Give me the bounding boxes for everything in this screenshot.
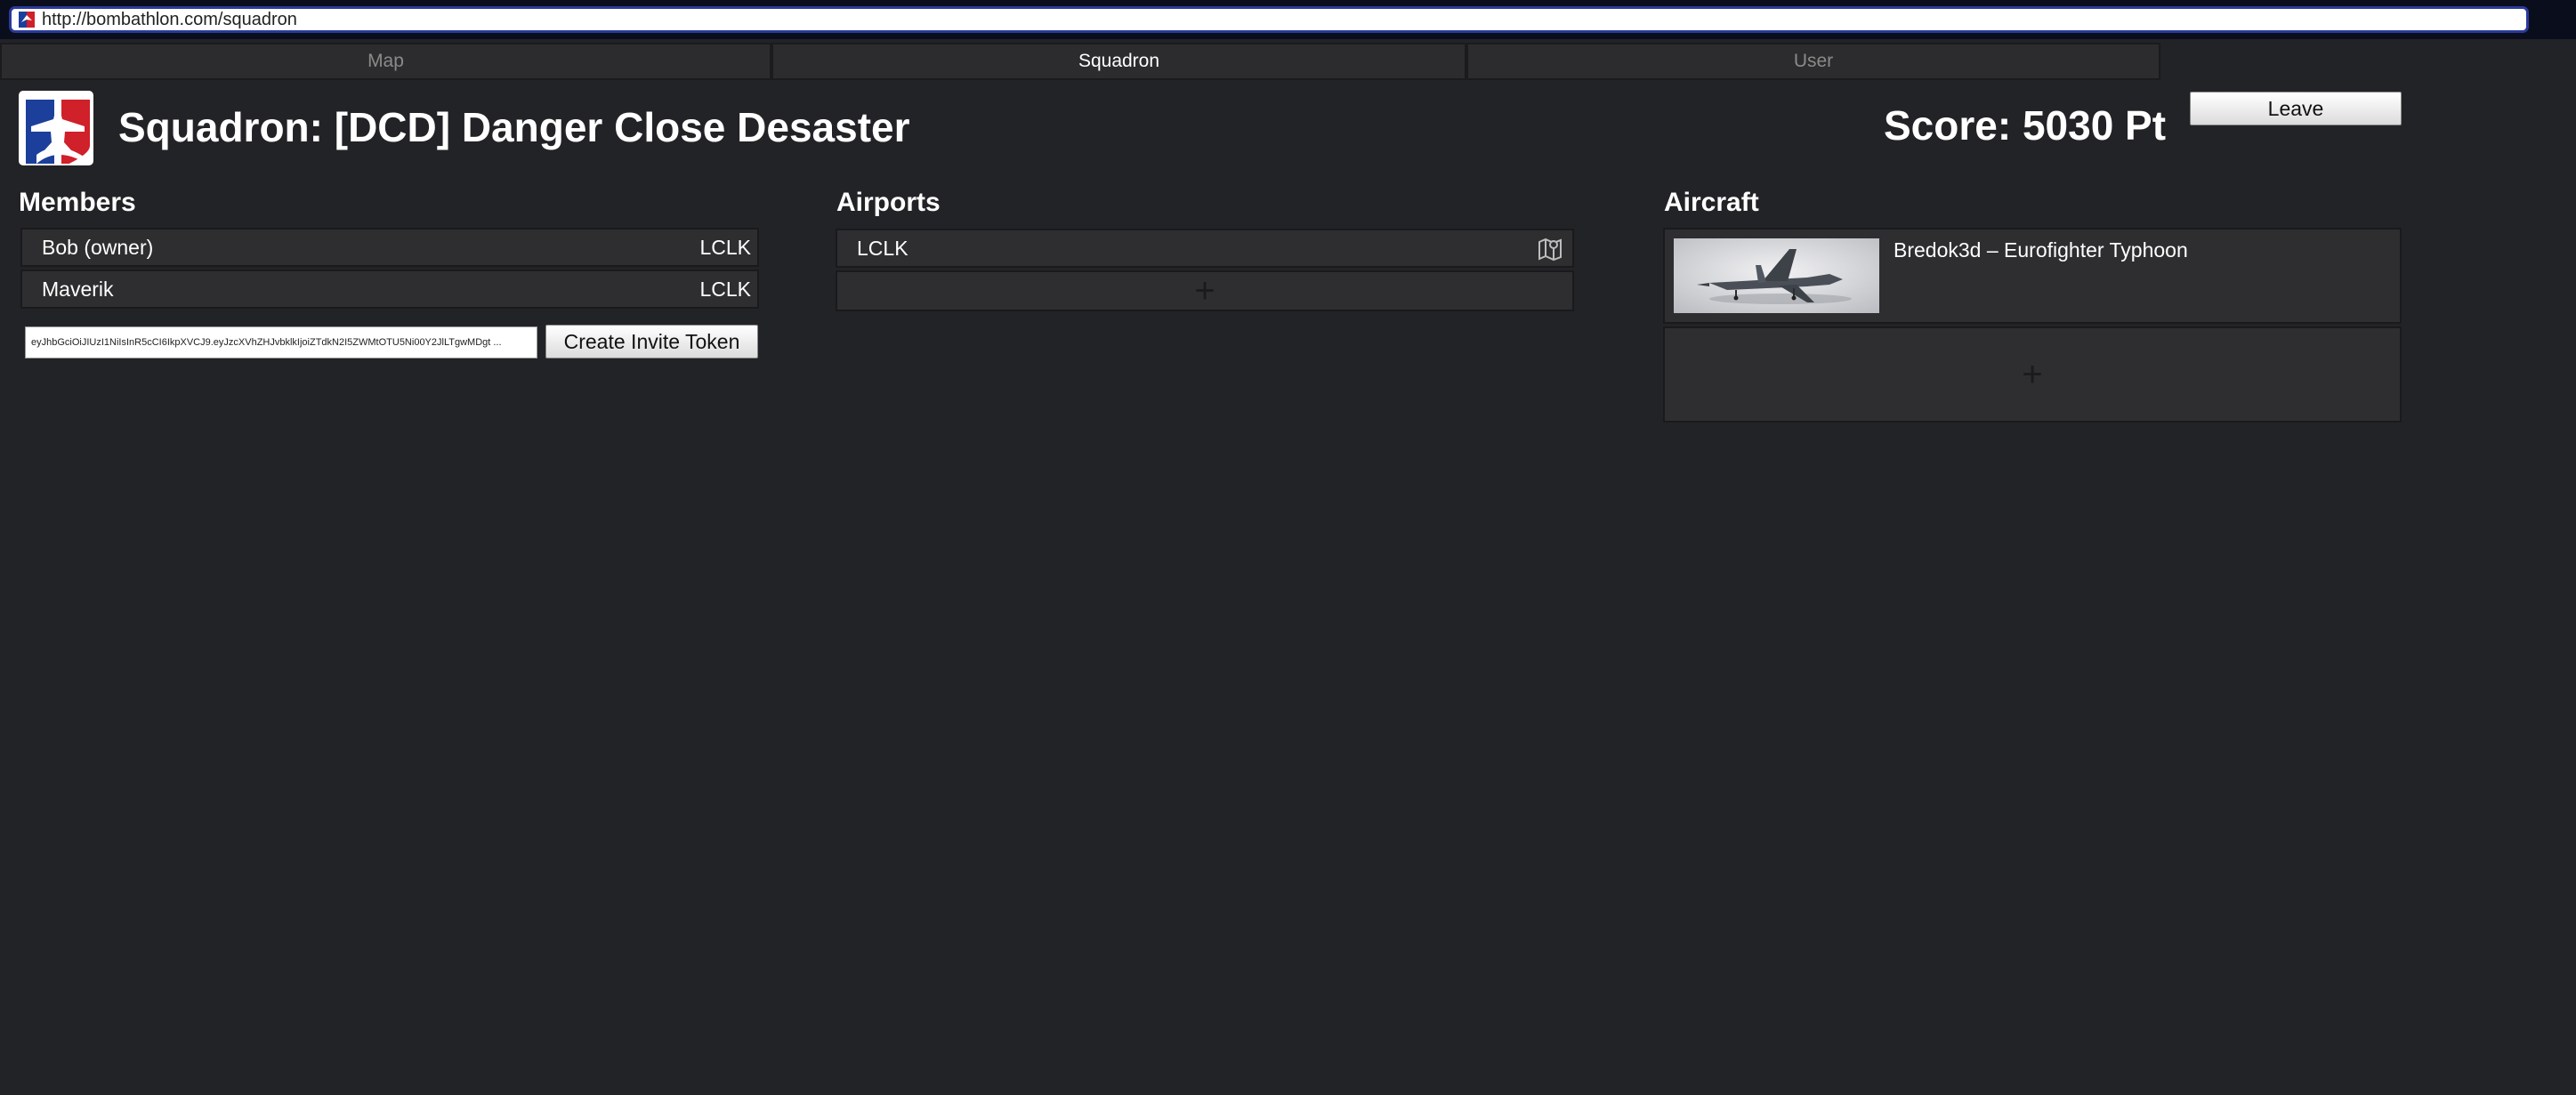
map-icon[interactable] [1537,235,1572,262]
squadron-logo [19,91,93,165]
tab-squadron[interactable]: Squadron [771,43,1466,80]
aircraft-name: Bredok3d – Eurofighter Typhoon [1894,238,2188,262]
member-row[interactable]: Maverik LCLK [20,270,759,309]
score-display: Score: 5030 Pt [1884,102,2167,149]
member-row[interactable]: Bob (owner) LCLK [20,228,759,267]
airports-heading: Airports [836,188,941,217]
browser-chrome: http://bombathlon.com/squadron [0,0,2576,39]
tab-map[interactable]: Map [0,43,771,80]
aircraft-heading: Aircraft [1664,188,1759,217]
page-title: Squadron: [DCD] Danger Close Desaster [118,104,910,150]
invite-token-field[interactable] [25,326,537,358]
airport-row[interactable]: LCLK [836,229,1574,268]
members-heading: Members [19,188,136,217]
url-text[interactable]: http://bombathlon.com/squadron [42,10,297,30]
aircraft-thumbnail[interactable] [1674,238,1879,313]
jet-logo-icon [20,93,92,164]
add-aircraft-button[interactable]: + [1663,326,2402,423]
leave-button[interactable]: Leave [2190,92,2402,125]
tab-user[interactable]: User [1466,43,2160,80]
member-airport: LCLK [699,235,751,259]
member-airport: LCLK [699,277,751,301]
member-name: Maverik [42,277,114,301]
airport-code: LCLK [857,236,908,260]
site-favicon-icon [19,12,35,28]
add-airport-button[interactable]: + [836,270,1574,311]
aircraft-card[interactable]: Bredok3d – Eurofighter Typhoon [1663,228,2402,324]
member-name: Bob (owner) [42,235,154,259]
url-bar[interactable]: http://bombathlon.com/squadron [9,6,2529,33]
create-invite-token-button[interactable]: Create Invite Token [545,325,758,358]
